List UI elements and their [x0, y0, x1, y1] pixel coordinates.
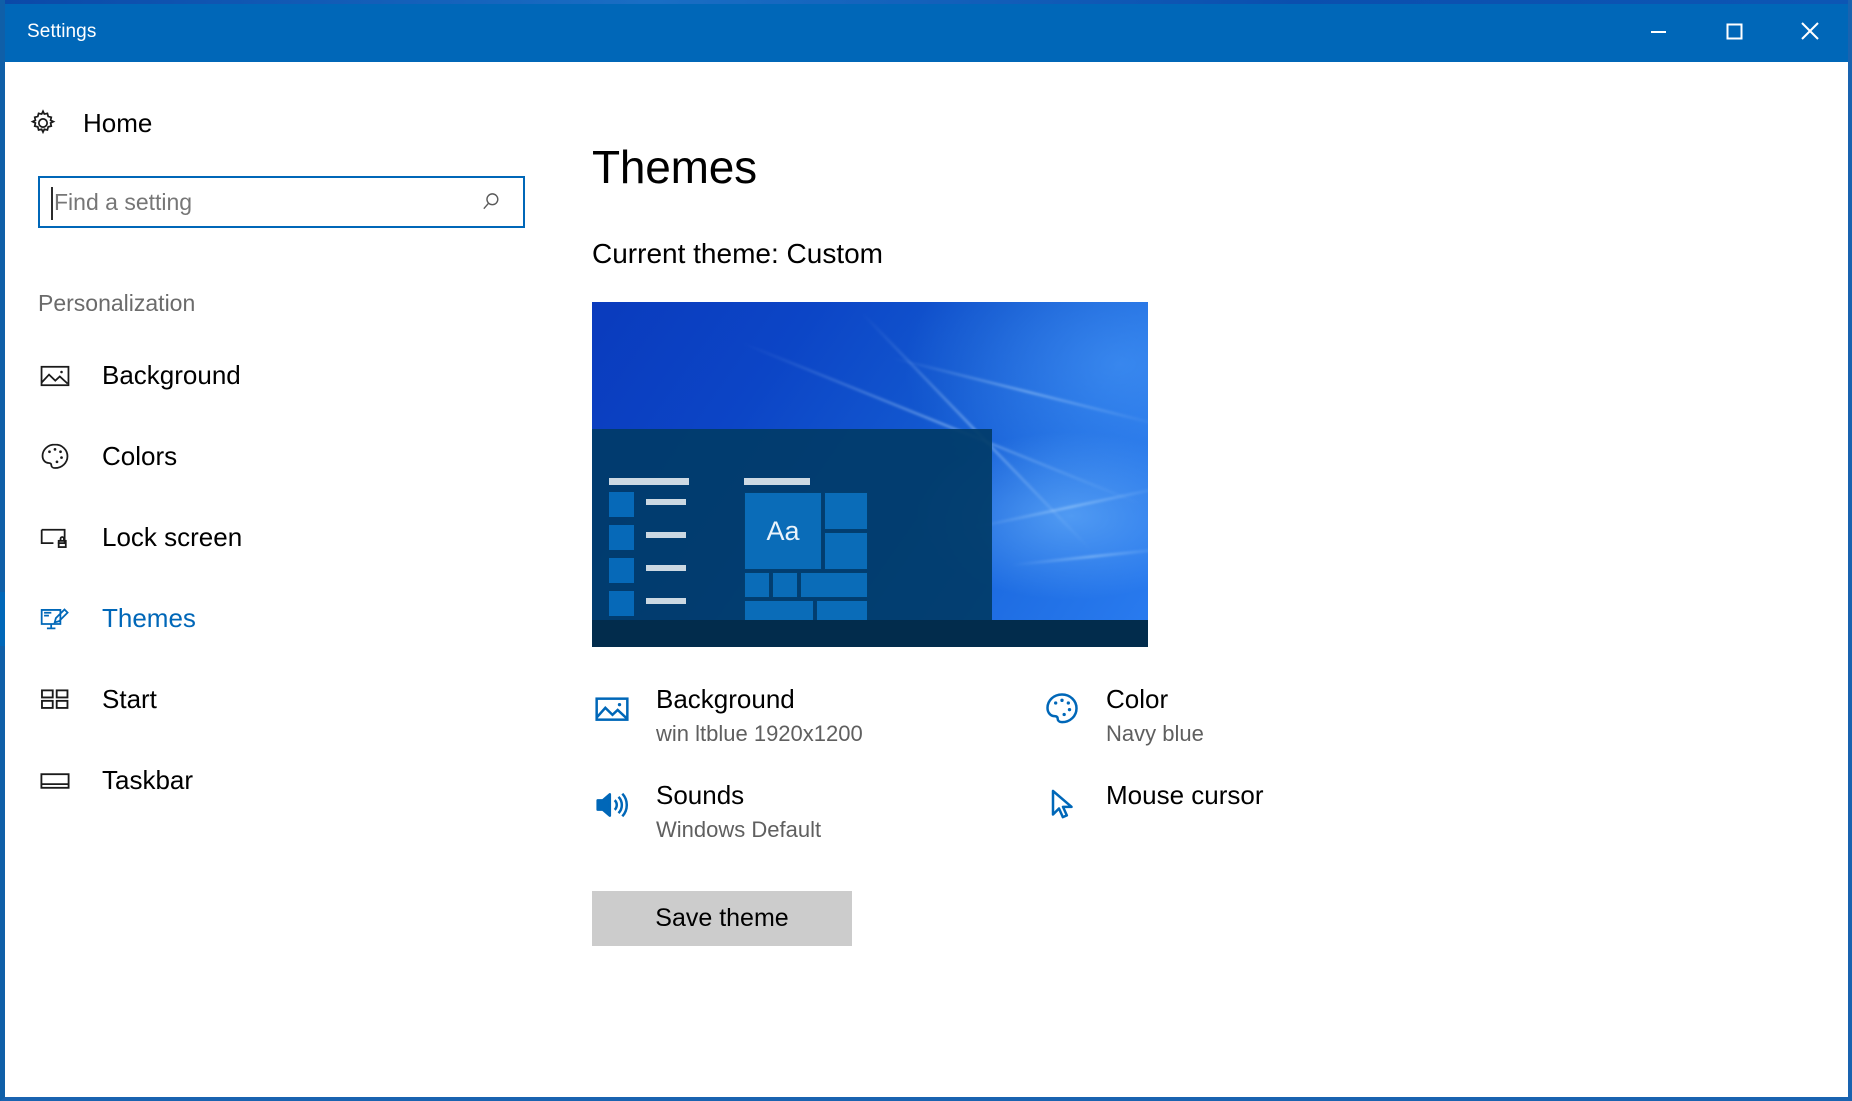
gear-icon	[27, 107, 69, 139]
theme-setting-mouse-cursor[interactable]: Mouse cursor	[1042, 781, 1492, 843]
app-list-icon	[609, 525, 634, 550]
sidebar-item-label: Background	[102, 360, 241, 391]
sidebar-item-label: Taskbar	[102, 765, 193, 796]
theme-setting-title: Sounds	[656, 780, 744, 810]
app-list-icon	[609, 591, 634, 616]
lock-screen-icon	[38, 521, 80, 555]
sidebar-item-label: Lock screen	[102, 522, 242, 553]
search-input[interactable]	[40, 178, 477, 226]
taskbar-preview	[592, 620, 1148, 647]
sidebar-section-label: Personalization	[38, 290, 560, 317]
close-button[interactable]	[1772, 0, 1848, 62]
app-list-icon	[609, 558, 634, 583]
theme-setting-subtitle: Windows Default	[656, 817, 821, 843]
sidebar-item-themes[interactable]: Themes	[5, 578, 560, 659]
speaker-icon	[592, 781, 648, 830]
app-list-label-bar	[646, 532, 686, 538]
tile-large: Aa	[744, 492, 822, 570]
sidebar-item-lock-screen[interactable]: Lock screen	[5, 497, 560, 578]
minimize-icon	[1647, 20, 1669, 42]
sidebar-item-home[interactable]: Home	[5, 96, 560, 150]
app-list-icon	[609, 492, 634, 517]
sidebar-nav-list: Background Colors	[5, 335, 560, 821]
picture-icon	[592, 685, 648, 734]
picture-icon	[38, 359, 80, 393]
tile-small	[824, 532, 868, 570]
cursor-icon	[1042, 781, 1098, 830]
start-icon	[38, 683, 80, 717]
tile-wide	[800, 572, 868, 598]
text-caret	[51, 187, 53, 220]
theme-setting-title: Mouse cursor	[1106, 780, 1264, 810]
theme-setting-title: Background	[656, 684, 795, 714]
window-content: Home Personalization	[5, 62, 1848, 1097]
sidebar: Home Personalization	[5, 62, 560, 1097]
theme-setting-text: Background win ltblue 1920x1200	[656, 685, 863, 747]
sidebar-item-background[interactable]: Background	[5, 335, 560, 416]
sidebar-item-label: Start	[102, 684, 157, 715]
theme-setting-title: Color	[1106, 684, 1168, 714]
theme-setting-text: Mouse cursor	[1106, 781, 1264, 817]
start-menu-preview: Aa	[592, 429, 992, 620]
sidebar-home-label: Home	[83, 108, 152, 139]
maximize-icon	[1723, 20, 1745, 42]
maximize-button[interactable]	[1696, 0, 1772, 62]
tile-small	[744, 572, 770, 598]
sidebar-item-label: Colors	[102, 441, 177, 472]
window-title: Settings	[27, 21, 96, 43]
app-list-label-bar	[646, 598, 686, 604]
start-menu-header-bar	[609, 478, 689, 485]
save-theme-button[interactable]: Save theme	[592, 891, 852, 946]
tile-small	[824, 492, 868, 530]
settings-window: Settings	[0, 0, 1852, 1101]
sidebar-item-label: Themes	[102, 603, 196, 634]
theme-setting-text: Color Navy blue	[1106, 685, 1204, 747]
tile-small	[772, 572, 798, 598]
theme-setting-text: Sounds Windows Default	[656, 781, 821, 843]
search-icon[interactable]	[477, 189, 523, 215]
main-pane: Themes Current theme: Custom	[560, 62, 1848, 1097]
current-theme-label: Current theme: Custom	[592, 238, 1848, 270]
theme-setting-subtitle: Navy blue	[1106, 721, 1204, 747]
themes-icon	[38, 602, 80, 636]
app-list-label-bar	[646, 499, 686, 505]
search-box[interactable]	[38, 176, 525, 228]
app-list-label-bar	[646, 565, 686, 571]
close-icon	[1797, 18, 1823, 44]
theme-preview[interactable]: Aa	[592, 302, 1148, 647]
minimize-button[interactable]	[1620, 0, 1696, 62]
taskbar-icon	[38, 764, 80, 798]
sidebar-item-taskbar[interactable]: Taskbar	[5, 740, 560, 821]
sidebar-item-colors[interactable]: Colors	[5, 416, 560, 497]
tiles-group-header-bar	[744, 478, 810, 485]
tile-wide	[816, 600, 868, 622]
theme-setting-subtitle: win ltblue 1920x1200	[656, 721, 863, 747]
title-bar[interactable]: Settings	[5, 0, 1848, 62]
window-caption-buttons	[1620, 0, 1848, 62]
theme-setting-sounds[interactable]: Sounds Windows Default	[592, 781, 1042, 843]
page-title: Themes	[592, 140, 1848, 194]
theme-setting-background[interactable]: Background win ltblue 1920x1200	[592, 685, 1042, 747]
theme-settings-grid: Background win ltblue 1920x1200	[592, 685, 1848, 843]
tile-wide	[744, 600, 814, 622]
theme-setting-color[interactable]: Color Navy blue	[1042, 685, 1492, 747]
palette-icon	[38, 440, 80, 474]
sidebar-item-start[interactable]: Start	[5, 659, 560, 740]
tile-letter: Aa	[766, 516, 799, 547]
palette-icon	[1042, 685, 1098, 734]
